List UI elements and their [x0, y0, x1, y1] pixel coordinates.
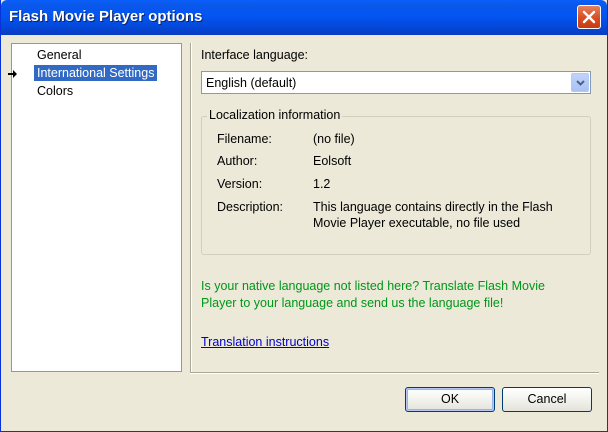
description-line-2: Movie Player executable, no file used	[313, 216, 521, 230]
nav-item-general[interactable]: General	[34, 47, 84, 63]
translate-promo-text: Is your native language not listed here?…	[201, 278, 591, 312]
horizontal-divider	[190, 372, 599, 374]
version-value: 1.2	[313, 177, 331, 191]
localization-info-title: Localization information	[207, 108, 343, 122]
description-label: Description:	[217, 200, 283, 214]
author-label: Author:	[217, 154, 258, 168]
interface-language-label: Interface language:	[201, 48, 309, 62]
interface-language-value: English (default)	[206, 76, 297, 90]
promo-line-2: Player to your language and send us the …	[201, 296, 504, 310]
chevron-down-icon	[576, 80, 585, 86]
window-title: Flash Movie Player options	[9, 8, 203, 25]
filename-value: (no file)	[313, 132, 355, 146]
vertical-divider	[190, 43, 192, 372]
interface-language-select[interactable]: English (default)	[201, 71, 591, 94]
title-bar[interactable]: Flash Movie Player options	[1, 0, 607, 35]
arrow-right-icon	[8, 70, 17, 78]
nav-item-international-settings[interactable]: International Settings	[34, 65, 158, 81]
translation-instructions-link[interactable]: Translation instructions	[201, 335, 329, 349]
options-dialog: Flash Movie Player options General Inter…	[0, 0, 608, 432]
nav-item-colors[interactable]: Colors	[34, 83, 76, 99]
description-line-1: This language contains directly in the F…	[313, 200, 553, 214]
version-label: Version:	[217, 177, 263, 191]
promo-line-1: Is your native language not listed here?…	[201, 279, 545, 293]
author-value: Eolsoft	[313, 154, 352, 168]
close-icon	[582, 10, 596, 24]
filename-label: Filename:	[217, 132, 272, 146]
dropdown-button[interactable]	[571, 73, 589, 92]
cancel-button[interactable]: Cancel	[502, 387, 592, 412]
close-button[interactable]	[577, 5, 601, 29]
ok-button[interactable]: OK	[405, 387, 495, 412]
